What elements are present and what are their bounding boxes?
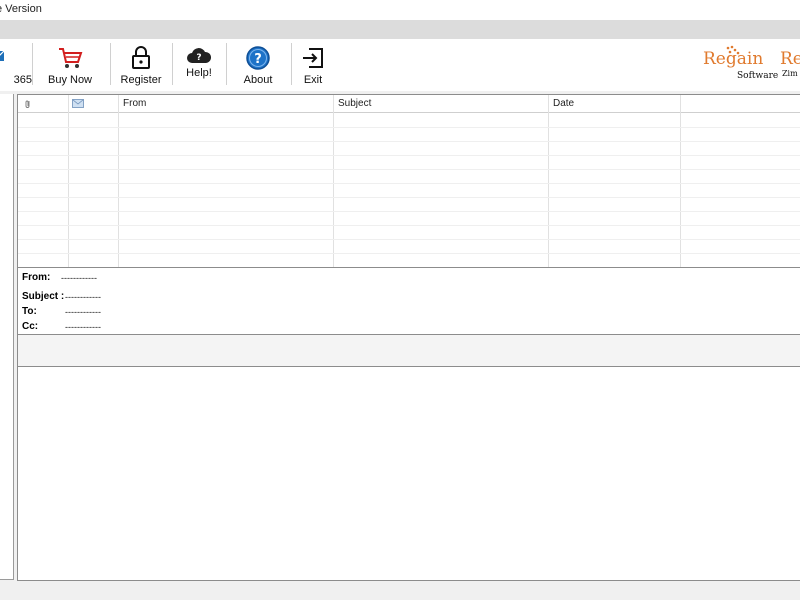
column-attachment[interactable] [18,95,69,267]
grid-row-line [18,183,800,184]
folder-tree-pane[interactable] [0,94,14,580]
grid-row-line [18,141,800,142]
cc-label: Cc: [22,321,39,332]
grid-row-line [18,197,800,198]
help-label: Help! [186,67,212,79]
help-button[interactable]: ? Help! [180,43,218,89]
grid-row-line [18,127,800,128]
paperclip-icon [25,100,30,108]
register-label: Register [120,74,162,86]
toolbar-separator [110,43,111,85]
grid-row-line [18,169,800,170]
grid-row-line [18,211,800,212]
svg-text:?: ? [196,53,201,63]
cc-value: ------------ [65,322,101,332]
office365-label: 365 [13,74,32,86]
message-grid[interactable]: From Subject Date [18,95,800,268]
toolbar-separator [32,43,33,85]
main-pane: From Subject Date From: ------------ Sub… [17,94,800,581]
from-label: From: [22,272,51,283]
subject-value: ------------ [65,292,101,302]
from-value: ------------ [61,273,97,283]
grid-row-line [18,225,800,226]
svg-text:?: ? [254,52,262,67]
question-circle-icon: ? [246,46,270,70]
to-label: To: [22,306,37,317]
about-label: About [243,74,273,86]
about-button[interactable]: ? About [236,43,280,89]
office365-button[interactable]: 365 [0,43,32,89]
exit-label: Exit [303,74,323,86]
exit-icon [303,48,323,68]
column-from[interactable]: From [119,95,334,267]
title-bar: e Version [0,0,800,20]
secondary-logo-sub: Zim [782,69,798,78]
mail-icon [0,50,5,61]
to-value: ------------ [65,307,101,317]
cloud-question-icon: ? [187,48,212,63]
toolbar: 365 Buy Now Register ? Help! ? About Exi… [0,39,800,91]
column-subject[interactable]: Subject [334,95,549,267]
grid-row-line [18,239,800,240]
menu-strip [0,20,800,39]
status-bar [0,582,800,600]
toolbar-separator [291,43,292,85]
buy-now-button[interactable]: Buy Now [44,43,96,89]
column-date[interactable]: Date [549,95,681,267]
secondary-logo-name: Re [780,49,800,69]
column-header-date: Date [553,98,575,109]
secondary-logo: Re Zim [778,45,800,85]
column-header-from: From [123,98,147,109]
regain-logo-sub: Software [737,71,779,81]
lock-icon [132,46,150,69]
toolbar-separator [226,43,227,85]
attachments-bar[interactable] [18,334,800,367]
shopping-cart-icon [59,48,83,68]
grid-row-line [18,155,800,156]
column-header-subject: Subject [338,98,372,109]
register-button[interactable]: Register [118,43,164,89]
message-preview-header: From: ------------ Subject : -----------… [18,268,800,334]
envelope-icon [72,99,84,108]
grid-row-line [18,253,800,254]
buy-now-label: Buy Now [47,74,93,86]
toolbar-separator [172,43,173,85]
subject-label: Subject : [22,291,65,302]
window-title: e Version [0,3,42,15]
regain-logo: Regain Software [700,45,778,85]
regain-logo-name: Regain [703,49,764,69]
exit-button[interactable]: Exit [296,43,330,89]
column-read-status[interactable] [69,95,119,267]
